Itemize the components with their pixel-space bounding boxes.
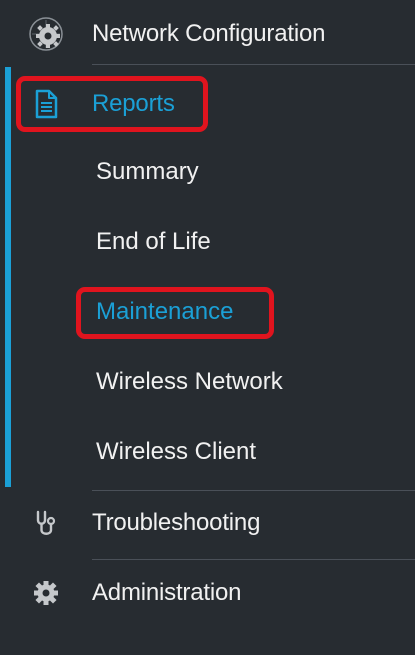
submenu-item-end-of-life[interactable]: End of Life — [96, 228, 211, 256]
sidebar-item-troubleshooting[interactable]: Troubleshooting — [0, 495, 415, 551]
sidebar-item-label: Administration — [92, 579, 242, 606]
sidebar-item-label: Network Configuration — [92, 20, 326, 47]
submenu-item-summary[interactable]: Summary — [96, 158, 199, 186]
gear-icon — [28, 575, 64, 611]
sidebar-item-administration[interactable]: Administration — [0, 565, 415, 621]
divider — [92, 559, 415, 560]
stethoscope-icon — [28, 505, 64, 541]
sidebar-item-network-configuration[interactable]: Network Configuration — [0, 6, 415, 62]
divider — [92, 64, 415, 65]
network-gear-icon — [28, 16, 64, 52]
submenu-item-wireless-network[interactable]: Wireless Network — [96, 368, 283, 396]
sidebar-nav: Network Configuration Reports Summary En… — [0, 0, 415, 655]
sidebar-item-label: Troubleshooting — [92, 509, 261, 536]
highlight-box-maintenance — [76, 287, 274, 339]
divider — [92, 490, 415, 491]
highlight-box-reports — [16, 76, 208, 132]
submenu-item-wireless-client[interactable]: Wireless Client — [96, 438, 256, 466]
